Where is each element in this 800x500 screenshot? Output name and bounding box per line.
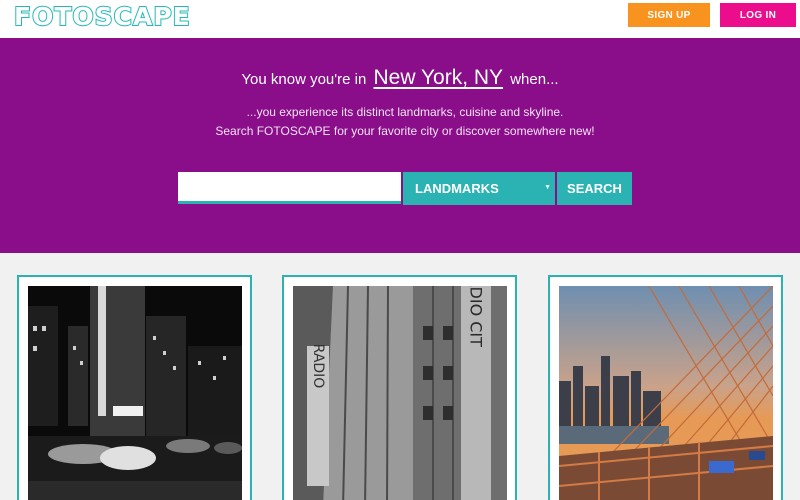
hero-subtitle-2: Search FOTOSCAPE for your favorite city … — [215, 124, 595, 138]
top-bar: FOTOSCAPE SIGN UP LOG IN — [0, 0, 800, 38]
photo-radio-city-facade[interactable]: RADIO RADIO CIT — [293, 286, 507, 500]
category-selected-label: LANDMARKS — [415, 181, 499, 196]
hero-headline: You know you're in New York, NY when... — [0, 66, 800, 90]
category-select[interactable]: LANDMARKS ▼ — [403, 172, 555, 205]
search-button[interactable]: SEARCH — [557, 172, 632, 205]
photo-card-1[interactable] — [17, 275, 252, 500]
headline-lead: You know you're in — [241, 71, 367, 88]
hero-subtitle-1: ...you experience its distinct landmarks… — [246, 105, 564, 119]
city-link[interactable]: New York, NY — [373, 66, 503, 89]
photo-radio-city-street[interactable] — [28, 286, 242, 500]
svg-text:RADIO CIT: RADIO CIT — [467, 286, 486, 347]
logo[interactable]: FOTOSCAPE — [13, 1, 191, 32]
photo-brooklyn-bridge[interactable] — [559, 286, 773, 500]
log-in-button[interactable]: LOG IN — [720, 3, 796, 27]
photo-card-3[interactable] — [548, 275, 783, 500]
chevron-down-icon: ▼ — [544, 184, 551, 191]
photo-card-2[interactable]: RADIO RADIO CIT — [282, 275, 517, 500]
svg-text:RADIO: RADIO — [310, 344, 326, 389]
hero-banner: You know you're in New York, NY when... … — [0, 38, 800, 253]
headline-tail: when... — [510, 71, 559, 88]
sign-up-button[interactable]: SIGN UP — [628, 3, 710, 27]
search-input[interactable] — [178, 172, 401, 204]
